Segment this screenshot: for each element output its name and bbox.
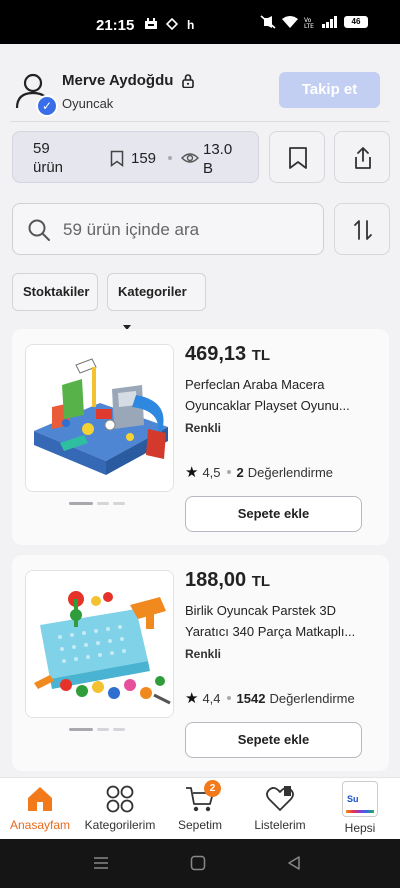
image-pager — [69, 728, 125, 731]
product-card[interactable]: 188,00 TL Birlik Oyuncak Parstek 3D Yara… — [12, 555, 389, 771]
star-icon: ★ — [185, 690, 199, 707]
view-count: 13.0 B — [203, 141, 233, 177]
hepsi-logo-icon: Su — [342, 781, 378, 817]
nav-hepsi-label: Hepsi — [344, 821, 376, 835]
nav-categories[interactable]: Kategorilerim — [80, 784, 160, 832]
heart-icon — [266, 786, 294, 811]
rating-value: 4,5 — [202, 464, 221, 480]
nav-cart-label: Sepetim — [177, 818, 223, 832]
nav-home-label: Anasayfam — [9, 818, 71, 832]
product-title[interactable]: Birlik Oyuncak Parstek 3D Yaratıcı 340 P… — [185, 600, 375, 642]
drill-puzzle-set-image — [26, 571, 173, 717]
system-navigation-bar — [0, 839, 400, 888]
product-price: 188,00 TL — [185, 569, 271, 591]
signal-icon — [322, 16, 337, 28]
share-icon — [355, 147, 371, 169]
stats-separator — [168, 156, 172, 160]
mute-icon — [260, 15, 276, 29]
product-count: 59 ürün — [33, 140, 64, 176]
rating-value: 4,4 — [202, 690, 221, 706]
store-header: ✓ Merve Aydoğdu Oyuncak Takip et — [0, 44, 400, 124]
search-icon — [28, 219, 50, 241]
home-icon — [28, 787, 52, 811]
add-to-cart-button[interactable]: Sepete ekle — [185, 722, 362, 758]
product-image[interactable] — [25, 570, 174, 718]
cart-badge: 2 — [204, 780, 221, 797]
star-icon: ★ — [185, 464, 199, 481]
nav-lists-label: Listelerim — [254, 818, 306, 832]
share-button[interactable] — [334, 131, 390, 183]
volte-icon: VoLTE — [304, 17, 314, 29]
verified-badge-icon: ✓ — [36, 95, 58, 117]
categories-filter-label: Kategoriler — [118, 284, 187, 299]
bookmark-icon — [110, 150, 124, 167]
home-button-icon[interactable] — [190, 855, 206, 871]
wifi-icon — [282, 15, 298, 28]
store-search-box[interactable] — [12, 203, 324, 255]
sort-icon — [354, 220, 372, 240]
svg-text:LTE: LTE — [304, 23, 314, 29]
in-stock-filter-label: Stoktakiler — [23, 284, 90, 299]
bottom-navigation: Anasayfam Kategorilerim 2 Sepetim Listel… — [0, 777, 400, 839]
in-stock-filter[interactable]: Stoktakiler — [12, 273, 98, 311]
recents-icon[interactable] — [93, 855, 109, 871]
categories-icon — [106, 785, 134, 813]
review-count: 2 — [236, 464, 244, 480]
bookmark-store-button[interactable] — [269, 131, 325, 183]
categories-filter[interactable]: Kategoriler — [107, 273, 206, 330]
nav-lists[interactable]: Listelerim — [240, 784, 320, 832]
status-time: 21:15 — [96, 17, 135, 34]
nav-hepsi[interactable]: Su Hepsi — [320, 781, 400, 835]
eye-icon — [181, 153, 199, 163]
bookmark-icon — [289, 147, 307, 169]
store-stats: 59 ürün 159 13.0 B — [12, 131, 259, 183]
favorite-count: 159 — [131, 150, 157, 167]
follow-button[interactable]: Takip et — [279, 72, 380, 108]
nav-home[interactable]: Anasayfam — [0, 784, 80, 832]
product-card[interactable]: 469,13 TL Perfeclan Araba Macera Oyuncak… — [12, 329, 389, 545]
back-icon[interactable] — [286, 855, 302, 871]
nav-categories-label: Kategorilerim — [84, 818, 156, 832]
image-pager — [69, 502, 125, 505]
product-image[interactable] — [25, 344, 174, 492]
car-playset-image — [26, 345, 173, 491]
battery-icon: 46 — [344, 16, 368, 28]
notification-letter: h — [187, 18, 195, 32]
sort-button[interactable] — [334, 203, 390, 255]
app-notification-icon — [144, 18, 158, 33]
navigation-notification-icon — [165, 17, 179, 33]
store-category: Oyuncak — [62, 96, 114, 111]
search-input[interactable] — [63, 216, 313, 244]
status-bar: 21:15 h Vo LTE 46 — [0, 0, 400, 44]
header-divider — [10, 121, 390, 122]
product-variant: Renkli — [185, 421, 222, 435]
product-price: 469,13 TL — [185, 343, 271, 365]
store-name[interactable]: Merve Aydoğdu — [62, 72, 173, 89]
review-label: Değerlendirme — [247, 464, 334, 480]
add-to-cart-button[interactable]: Sepete ekle — [185, 496, 362, 532]
product-rating: ★ 4,5 2 Değerlendirme — [185, 463, 333, 481]
product-variant: Renkli — [185, 647, 222, 661]
lock-icon — [182, 74, 194, 88]
review-count: 1542 — [236, 690, 266, 706]
product-rating: ★ 4,4 1542 Değerlendirme — [185, 689, 355, 707]
product-title[interactable]: Perfeclan Araba Macera Oyuncaklar Playse… — [185, 374, 375, 416]
review-label: Değerlendirme — [269, 690, 355, 706]
nav-cart[interactable]: 2 Sepetim — [160, 780, 240, 832]
